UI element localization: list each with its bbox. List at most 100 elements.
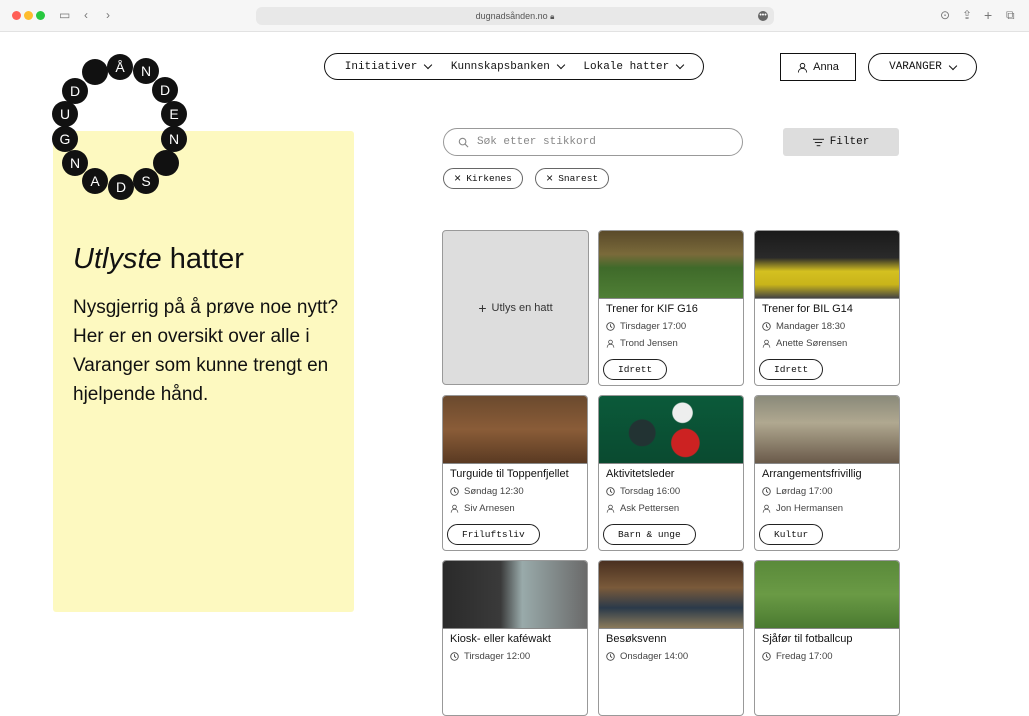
region-label: VARANGER [889, 61, 942, 73]
search-input[interactable]: Søk etter stikkord [443, 128, 743, 156]
card-image [599, 231, 743, 299]
back-icon[interactable]: ‹ [84, 8, 88, 22]
hat-card[interactable]: Aktivitetsleder Torsdag 16:00 Ask Petterse… [598, 395, 744, 551]
clock-icon [762, 487, 771, 496]
clock-icon [606, 652, 615, 661]
card-person-text: Anette Sørensen [776, 338, 848, 349]
card-time-text: Fredag 17:00 [776, 651, 833, 662]
card-time: Søndag 12:30 [450, 486, 524, 497]
search-icon [458, 137, 469, 147]
card-person-text: Trond Jensen [620, 338, 678, 349]
hat-card[interactable]: Trener for BIL G14 Mandager 18:30 Anette S… [754, 230, 900, 386]
card-time-text: Mandager 18:30 [776, 321, 846, 332]
card-title: Trener for BIL G14 [762, 303, 853, 315]
nav-item-initiativer[interactable]: Initiativer [344, 60, 433, 73]
clock-icon [762, 652, 771, 661]
clock-icon [762, 322, 771, 331]
sidebar-toggle-icon[interactable]: ▭ [59, 8, 70, 22]
close-window-button[interactable] [12, 11, 21, 20]
hat-card[interactable]: Kiosk- eller kaféwakt Tirsdager 12:00 [442, 560, 588, 716]
user-icon [606, 339, 615, 348]
minimize-window-button[interactable] [24, 11, 33, 20]
card-tag[interactable]: Idrett [759, 359, 824, 380]
search-placeholder: Søk etter stikkord [477, 136, 596, 148]
card-tag[interactable]: Kultur [759, 524, 824, 545]
card-title: Trener for KIF G16 [606, 303, 698, 315]
hat-card[interactable]: Turguide til Toppenfjellet Søndag 12:30 Si… [442, 395, 588, 551]
card-image [755, 231, 899, 299]
card-image [443, 561, 587, 629]
browser-toolbar: ▭ ‹ › dugnadsånden.no 🔒︎ ••• ⊙ ⇪ + ⧉ [0, 0, 1029, 32]
clock-icon [450, 652, 459, 661]
add-hat-card[interactable]: + Utlys en hatt [442, 230, 589, 385]
card-time-text: Tirsdager 17:00 [620, 321, 687, 332]
nav-item-lokale-hatter[interactable]: Lokale hatter [583, 60, 685, 73]
card-time: Torsdag 16:00 [606, 486, 680, 497]
filter-label: Filter [829, 136, 870, 148]
card-title: Arrangementsfrivillig [762, 468, 862, 480]
download-icon[interactable]: ⊙ [940, 8, 950, 22]
chip-label: Snarest [558, 173, 599, 184]
chevron-down-icon [948, 61, 958, 70]
card-time-text: Onsdager 14:00 [620, 651, 689, 662]
card-time: Tirsdager 17:00 [606, 321, 686, 332]
card-time: Tirsdager 12:00 [450, 651, 530, 662]
filter-button[interactable]: Filter [783, 128, 899, 156]
card-tag[interactable]: Friluftsliv [447, 524, 540, 545]
filter-chip-snarest[interactable]: × Snarest [535, 168, 610, 189]
nav-label: Initiativer [344, 60, 418, 73]
card-person-text: Jon Hermansen [776, 503, 844, 514]
card-person: Anette Sørensen [762, 338, 847, 349]
user-icon [762, 339, 771, 348]
card-time-text: Tirsdager 12:00 [464, 651, 531, 662]
card-person-text: Ask Pettersen [620, 503, 680, 514]
region-selector[interactable]: VARANGER [868, 53, 977, 81]
card-title: Turguide til Toppenfjellet [450, 468, 569, 480]
add-hat-label: Utlys en hatt [491, 301, 553, 314]
user-name: Anna [813, 61, 839, 73]
new-tab-icon[interactable]: + [984, 8, 992, 22]
hat-card[interactable]: Arrangementsfrivillig Lørdag 17:00 Jon Her… [754, 395, 900, 551]
close-icon[interactable]: × [454, 172, 461, 186]
logo-letter: Å [107, 54, 133, 80]
main-nav: Initiativer Kunnskapsbanken Lokale hatte… [324, 53, 704, 80]
card-time: Lørdag 17:00 [762, 486, 833, 497]
page-description: Nysgjerrig på å prøve noe nytt? Her er e… [73, 297, 339, 405]
card-person-text: Siv Arnesen [464, 503, 515, 514]
hat-card[interactable]: Sjåfør til fotballcup Fredag 17:00 [754, 560, 900, 716]
tab-overview-icon[interactable]: ⧉ [1006, 8, 1015, 22]
page-title-italic: Utlyste [73, 243, 162, 275]
chip-label: Kirkenes [466, 173, 512, 184]
card-title: Aktivitetsleder [606, 468, 675, 480]
address-bar[interactable]: dugnadsånden.no 🔒︎ ••• [256, 7, 774, 25]
card-image [599, 396, 743, 464]
plus-icon: + [478, 299, 487, 316]
hat-card[interactable]: Besøksvenn Onsdager 14:00 [598, 560, 744, 716]
nav-item-kunnskapsbanken[interactable]: Kunnskapsbanken [451, 61, 566, 73]
page-title: Utlyste hatter [73, 243, 244, 276]
card-tag[interactable]: Idrett [603, 359, 668, 380]
card-image [755, 396, 899, 464]
clock-icon [606, 487, 615, 496]
hat-card[interactable]: Trener for KIF G16 Tirsdager 17:00 Trond J… [598, 230, 744, 386]
filter-icon [812, 138, 824, 146]
user-icon [798, 62, 808, 73]
close-icon[interactable]: × [546, 172, 553, 186]
card-image [443, 396, 587, 464]
logo-letter: N [133, 58, 159, 84]
card-title: Sjåfør til fotballcup [762, 633, 853, 645]
zoom-window-button[interactable] [36, 11, 45, 20]
user-icon [762, 504, 771, 513]
forward-icon[interactable]: › [106, 8, 110, 22]
card-tag[interactable]: Barn & unge [603, 524, 696, 545]
card-title: Kiosk- eller kaféwakt [450, 633, 551, 645]
filter-chip-kirkenes[interactable]: × Kirkenes [443, 168, 523, 189]
card-person: Ask Pettersen [606, 503, 679, 514]
card-time: Fredag 17:00 [762, 651, 833, 662]
share-icon[interactable]: ⇪ [962, 8, 972, 22]
url-text: dugnadsånden.no [475, 11, 548, 21]
user-button[interactable]: Anna [780, 53, 856, 81]
card-title: Besøksvenn [606, 633, 667, 645]
chevron-down-icon [675, 60, 685, 70]
more-options-icon[interactable]: ••• [758, 11, 768, 21]
